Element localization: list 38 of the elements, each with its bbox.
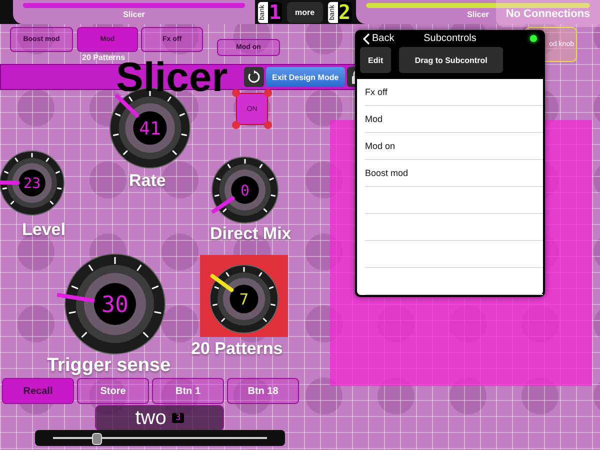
panel-title: Slicer (123, 10, 145, 19)
knob-value: 0 (240, 181, 250, 200)
pad-button[interactable]: Recall (2, 378, 74, 404)
slider-thumb[interactable] (92, 433, 102, 445)
panel-title: Slicer (467, 10, 489, 19)
list-item[interactable]: Boost mod (365, 160, 543, 187)
resize-handle[interactable] (264, 121, 272, 129)
slider-label: two (135, 406, 166, 430)
list-item[interactable]: Fx off (365, 79, 543, 106)
pad-button[interactable]: Store (77, 378, 149, 404)
knob-label: Rate (129, 171, 166, 190)
list-item[interactable]: Mod on (365, 133, 543, 160)
knob-label: Direct Mix (210, 224, 292, 243)
knob-value: 41 (139, 118, 161, 140)
back-button[interactable]: Back (363, 32, 394, 44)
knob-label: 20 Patterns (191, 339, 283, 358)
resize-handle[interactable] (232, 121, 240, 129)
exit-design-mode-button[interactable]: Exit Design Mode (266, 67, 345, 87)
list-item[interactable]: Mod (365, 106, 543, 133)
knob-value: 30 (101, 292, 129, 318)
pad-button[interactable]: Btn 1 (152, 378, 224, 404)
edit-button[interactable]: Edit (360, 47, 392, 73)
button-caption: 20 Patterns (82, 53, 126, 62)
knob-label: Trigger sense (47, 355, 171, 376)
reset-icon[interactable] (244, 67, 264, 87)
popup-title: Subcontrols (424, 33, 476, 44)
resize-handle[interactable] (264, 89, 272, 97)
knob-value: 23 (23, 176, 41, 192)
more-button[interactable]: more (287, 2, 323, 23)
slider[interactable] (35, 430, 285, 446)
chevron-left-icon (363, 32, 370, 44)
drag-button[interactable]: Drag to Subcontrol (399, 47, 504, 73)
resize-handle[interactable] (232, 89, 240, 97)
knob-value: 7 (239, 290, 249, 308)
pad-button[interactable]: Btn 18 (227, 378, 299, 404)
knob-label: Level (22, 220, 66, 239)
slider-value: 3 (172, 413, 184, 423)
connection-status: No Connections (496, 0, 600, 27)
